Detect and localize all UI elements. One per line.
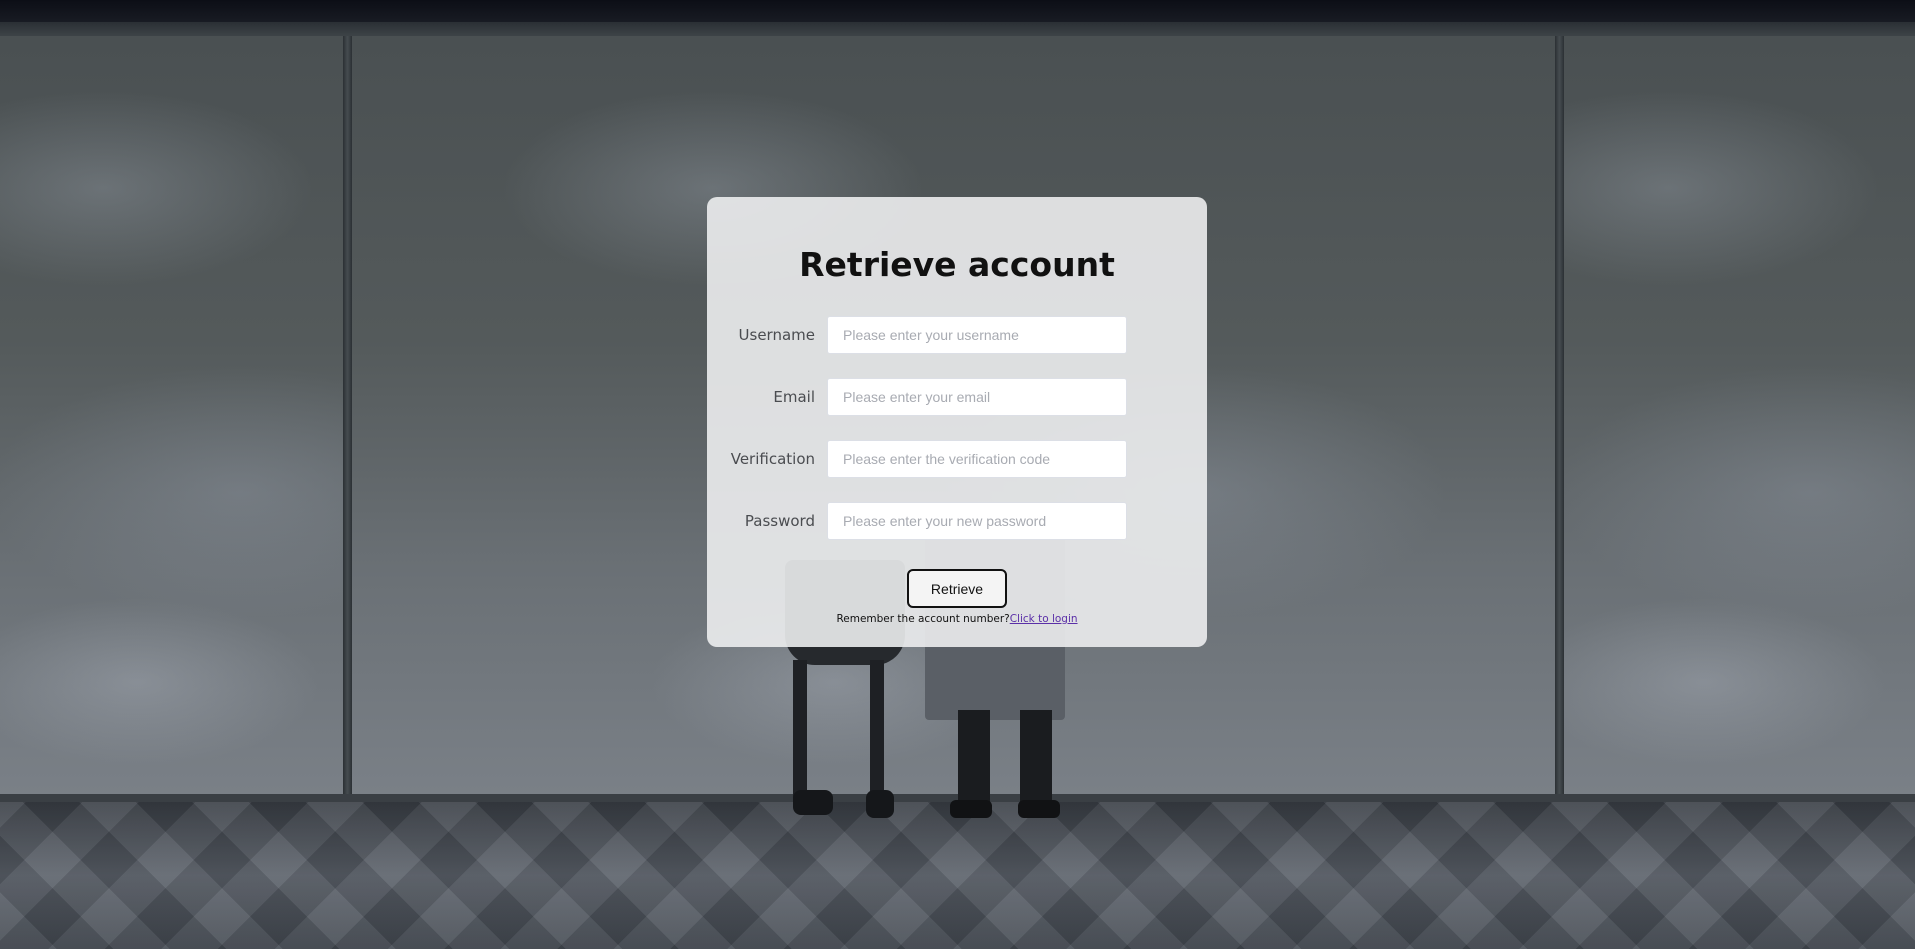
figure-left-leg <box>870 660 884 800</box>
page-title: Retrieve account <box>799 245 1115 284</box>
verification-code-input[interactable] <box>827 440 1127 478</box>
window-pane-left <box>0 36 343 796</box>
retrieve-button[interactable]: Retrieve <box>907 569 1007 608</box>
login-link[interactable]: Click to login <box>1010 613 1078 625</box>
email-input[interactable] <box>827 378 1127 416</box>
retrieve-account-card: Retrieve account Username Email Verifica… <box>707 197 1207 647</box>
figure-right-foot <box>1018 800 1060 818</box>
figure-left-foot <box>793 790 833 815</box>
password-label: Password <box>744 512 815 530</box>
window-pillar-left <box>343 36 352 796</box>
username-input[interactable] <box>827 316 1127 354</box>
verification-label: Verification <box>730 450 815 468</box>
window-pillar-right <box>1555 36 1564 796</box>
email-label: Email <box>773 388 815 406</box>
login-prompt-text: Remember the account number? <box>836 613 1010 625</box>
checkered-floor <box>0 802 1915 949</box>
window-pane-right <box>1563 36 1915 796</box>
username-label: Username <box>738 326 815 344</box>
figure-right-foot <box>950 800 992 818</box>
ceiling-strip <box>0 22 1915 36</box>
login-prompt: Remember the account number?Click to log… <box>707 613 1207 625</box>
new-password-input[interactable] <box>827 502 1127 540</box>
figure-left-foot <box>866 790 894 818</box>
figure-left-leg <box>793 660 807 800</box>
top-bar <box>0 0 1915 22</box>
